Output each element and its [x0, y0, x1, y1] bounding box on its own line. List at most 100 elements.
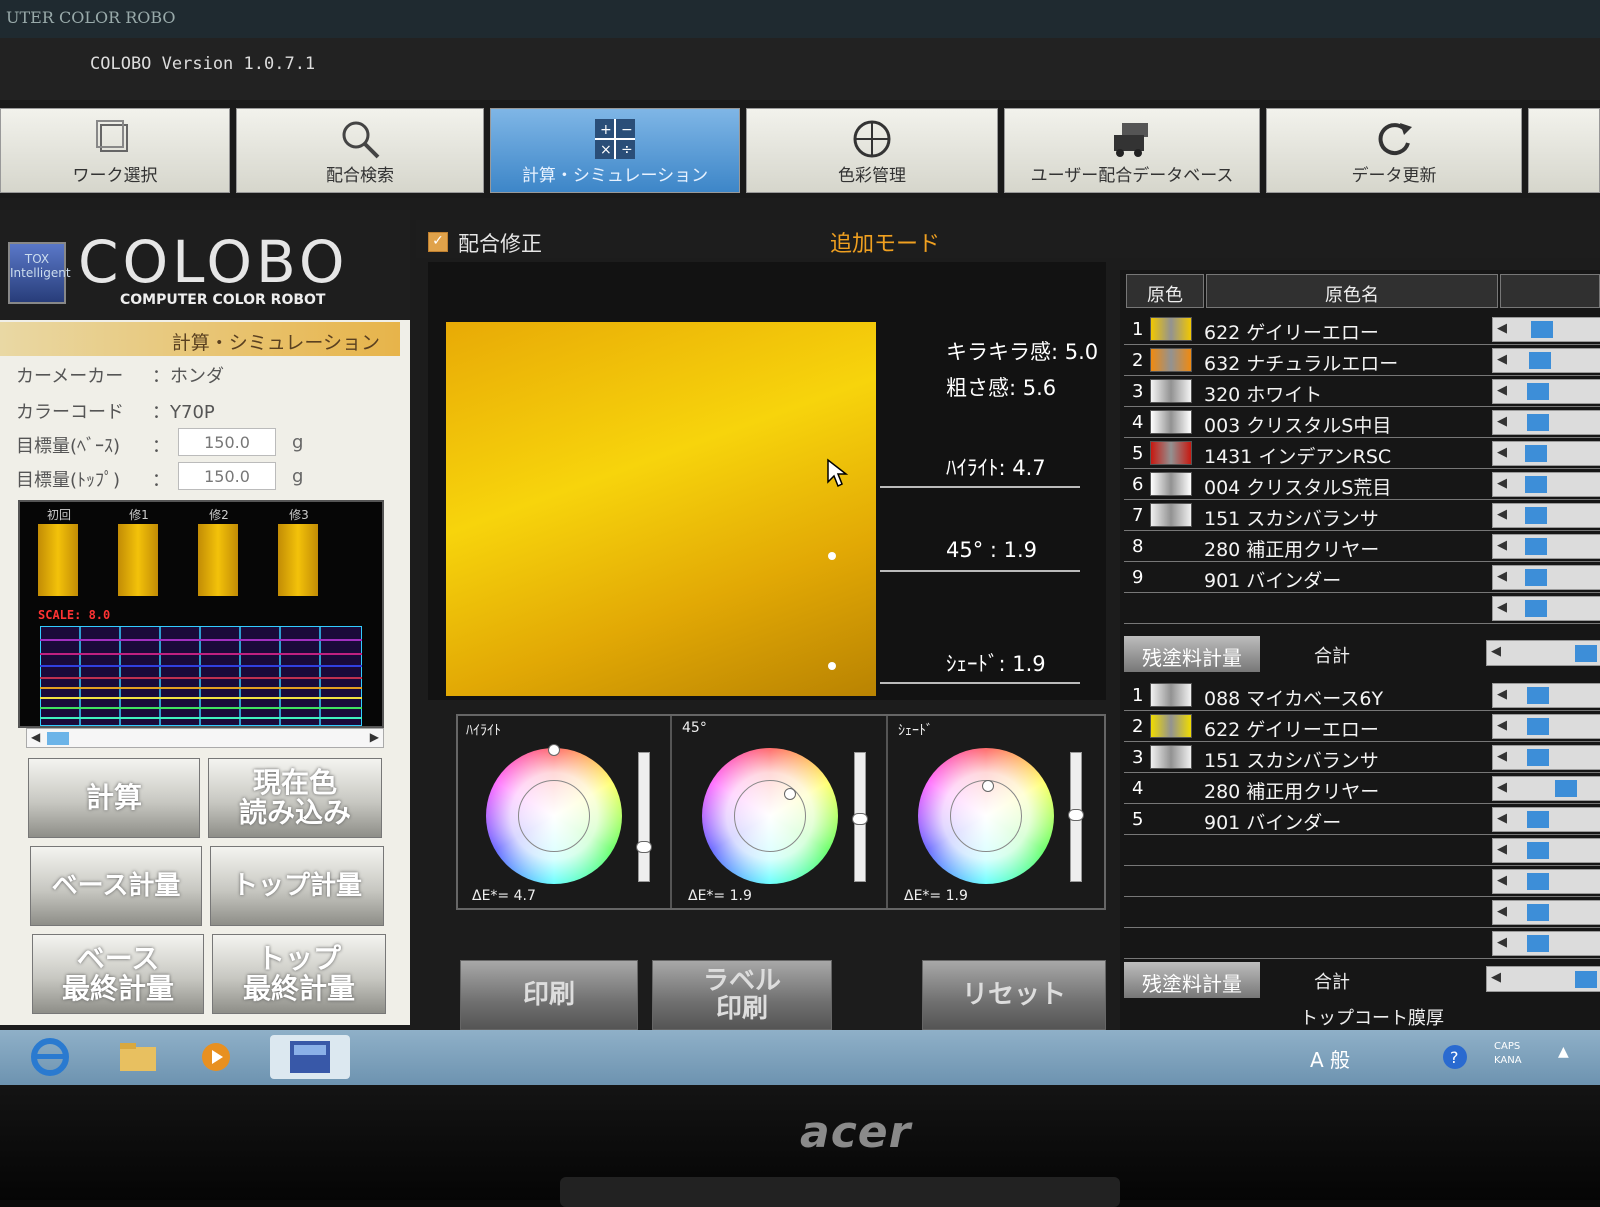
calc-button[interactable]: 計算 — [28, 758, 200, 838]
slider-left-arrow-icon[interactable]: ◀ — [1497, 352, 1507, 367]
total-slider[interactable]: ◀ — [1486, 640, 1600, 666]
pigment-row[interactable]: ◀ — [1124, 866, 1600, 897]
slider-thumb[interactable] — [1527, 842, 1549, 859]
slider-thumb[interactable] — [1527, 904, 1549, 921]
pigment-amount-slider[interactable]: ◀ — [1492, 348, 1600, 373]
slider-left-arrow-icon[interactable]: ◀ — [1497, 904, 1507, 919]
pigment-amount-slider[interactable]: ◀ — [1492, 565, 1600, 590]
slider-thumb[interactable] — [1525, 445, 1548, 462]
tab-overflow[interactable] — [1528, 108, 1600, 193]
slider-left-arrow-icon[interactable]: ◀ — [1497, 383, 1507, 398]
slider-thumb[interactable] — [1555, 780, 1577, 797]
slider-left-arrow-icon[interactable]: ◀ — [1491, 644, 1501, 659]
tray-expand-icon[interactable]: ▲ — [1558, 1044, 1569, 1060]
trial-swatch[interactable] — [118, 524, 158, 596]
pigment-amount-slider[interactable]: ◀ — [1492, 317, 1600, 342]
browser-icon[interactable] — [22, 1035, 78, 1079]
wheel-marker[interactable] — [982, 780, 994, 792]
slider-left-arrow-icon[interactable]: ◀ — [1497, 600, 1507, 615]
scroll-right-arrow-icon[interactable]: ▶ — [370, 730, 379, 744]
slider-left-arrow-icon[interactable]: ◀ — [1491, 970, 1501, 985]
slider-thumb[interactable] — [1525, 569, 1548, 586]
remaining-paint-button[interactable]: 残塗料計量 — [1124, 636, 1260, 672]
formula-correction-checkbox[interactable]: ✓ — [428, 232, 448, 252]
top-final-weigh-button[interactable]: トップ 最終計量 — [212, 934, 386, 1014]
pigment-amount-slider[interactable]: ◀ — [1492, 379, 1600, 404]
pigment-amount-slider[interactable]: ◀ — [1492, 472, 1600, 497]
slider-left-arrow-icon[interactable]: ◀ — [1497, 538, 1507, 553]
pigment-row[interactable]: 3 151 スカシバランサ ◀ — [1124, 742, 1600, 773]
slider-left-arrow-icon[interactable]: ◀ — [1497, 780, 1507, 795]
slider-left-arrow-icon[interactable]: ◀ — [1497, 811, 1507, 826]
total-slider[interactable]: ◀ — [1486, 966, 1600, 992]
slider-thumb[interactable] — [1527, 935, 1549, 952]
pigment-row[interactable]: 4 003 クリスタルS中目 ◀ — [1124, 407, 1600, 438]
slider-left-arrow-icon[interactable]: ◀ — [1497, 873, 1507, 888]
pigment-row[interactable]: ◀ — [1124, 897, 1600, 928]
slider-left-arrow-icon[interactable]: ◀ — [1497, 935, 1507, 950]
lightness-bar[interactable] — [852, 752, 868, 882]
slider-left-arrow-icon[interactable]: ◀ — [1497, 569, 1507, 584]
print-button[interactable]: 印刷 — [460, 960, 638, 1030]
trial-scrollbar[interactable]: ◀ ▶ — [26, 728, 384, 748]
lightness-bar[interactable] — [1068, 752, 1084, 882]
trial-swatch[interactable] — [278, 524, 318, 596]
colobo-app-icon[interactable] — [270, 1035, 350, 1079]
pigment-amount-slider[interactable]: ◀ — [1492, 410, 1600, 435]
slider-left-arrow-icon[interactable]: ◀ — [1497, 749, 1507, 764]
slider-thumb[interactable] — [1528, 352, 1551, 369]
slider-left-arrow-icon[interactable]: ◀ — [1497, 445, 1507, 460]
slider-left-arrow-icon[interactable]: ◀ — [1497, 842, 1507, 857]
pigment-amount-slider[interactable]: ◀ — [1492, 745, 1600, 770]
slider-left-arrow-icon[interactable]: ◀ — [1497, 414, 1507, 429]
tab-work-select[interactable]: ワーク選択 — [0, 108, 230, 193]
help-icon[interactable]: ? — [1440, 1042, 1470, 1072]
slider-thumb[interactable] — [1527, 718, 1549, 735]
lightness-thumb[interactable] — [1068, 809, 1084, 821]
pigment-row[interactable]: ◀ — [1124, 593, 1600, 624]
ime-indicator[interactable]: A 般 — [1310, 1044, 1350, 1073]
pigment-row[interactable]: ◀ — [1124, 835, 1600, 866]
pigment-amount-slider[interactable]: ◀ — [1492, 900, 1600, 925]
remaining-paint-button[interactable]: 残塗料計量 — [1124, 962, 1260, 998]
slider-thumb[interactable] — [1525, 507, 1548, 524]
tab-user-database[interactable]: ユーザー配合データベース — [1004, 108, 1260, 193]
slider-thumb[interactable] — [1575, 971, 1597, 988]
lightness-thumb[interactable] — [636, 841, 652, 853]
slider-thumb[interactable] — [1525, 600, 1548, 617]
pigment-amount-slider[interactable]: ◀ — [1492, 776, 1600, 801]
base-weigh-button[interactable]: ベース計量 — [30, 846, 202, 926]
pigment-amount-slider[interactable]: ◀ — [1492, 683, 1600, 708]
label-print-button[interactable]: ラベル 印刷 — [652, 960, 832, 1030]
tab-color-management[interactable]: 色彩管理 — [746, 108, 998, 193]
target-top-input[interactable]: 150.0 — [178, 462, 276, 490]
slider-left-arrow-icon[interactable]: ◀ — [1497, 718, 1507, 733]
slider-left-arrow-icon[interactable]: ◀ — [1497, 507, 1507, 522]
lightness-bar[interactable] — [636, 752, 652, 882]
slider-thumb[interactable] — [1527, 749, 1549, 766]
slider-thumb[interactable] — [1527, 383, 1549, 400]
tab-data-update[interactable]: データ更新 — [1266, 108, 1522, 193]
pigment-amount-slider[interactable]: ◀ — [1492, 534, 1600, 559]
slider-thumb[interactable] — [1527, 687, 1549, 704]
trial-swatch[interactable] — [38, 524, 78, 596]
pigment-row[interactable]: 3 320 ホワイト ◀ — [1124, 376, 1600, 407]
pigment-row[interactable]: ◀ — [1124, 928, 1600, 959]
pigment-row[interactable]: 2 622 ゲイリーエロー ◀ — [1124, 711, 1600, 742]
media-player-icon[interactable] — [188, 1035, 244, 1079]
pigment-row[interactable]: 5 1431 インデアンRSC ◀ — [1124, 438, 1600, 469]
pigment-amount-slider[interactable]: ◀ — [1492, 714, 1600, 739]
pigment-row[interactable]: 1 622 ゲイリーエロー ◀ — [1124, 314, 1600, 345]
pigment-row[interactable]: 9 901 バインダー ◀ — [1124, 562, 1600, 593]
reset-button[interactable]: リセット — [922, 960, 1106, 1030]
pigment-amount-slider[interactable]: ◀ — [1492, 869, 1600, 894]
base-final-weigh-button[interactable]: ベース 最終計量 — [32, 934, 204, 1014]
slider-thumb[interactable] — [1525, 538, 1548, 555]
top-weigh-button[interactable]: トップ計量 — [210, 846, 384, 926]
slider-thumb[interactable] — [1525, 476, 1548, 493]
scroll-left-arrow-icon[interactable]: ◀ — [31, 730, 40, 744]
pigment-amount-slider[interactable]: ◀ — [1492, 441, 1600, 466]
pigment-row[interactable]: 5 901 バインダー ◀ — [1124, 804, 1600, 835]
slider-thumb[interactable] — [1575, 645, 1597, 662]
tab-calc-simulation[interactable]: + − × ÷ 計算・シミュレーション — [490, 108, 740, 193]
